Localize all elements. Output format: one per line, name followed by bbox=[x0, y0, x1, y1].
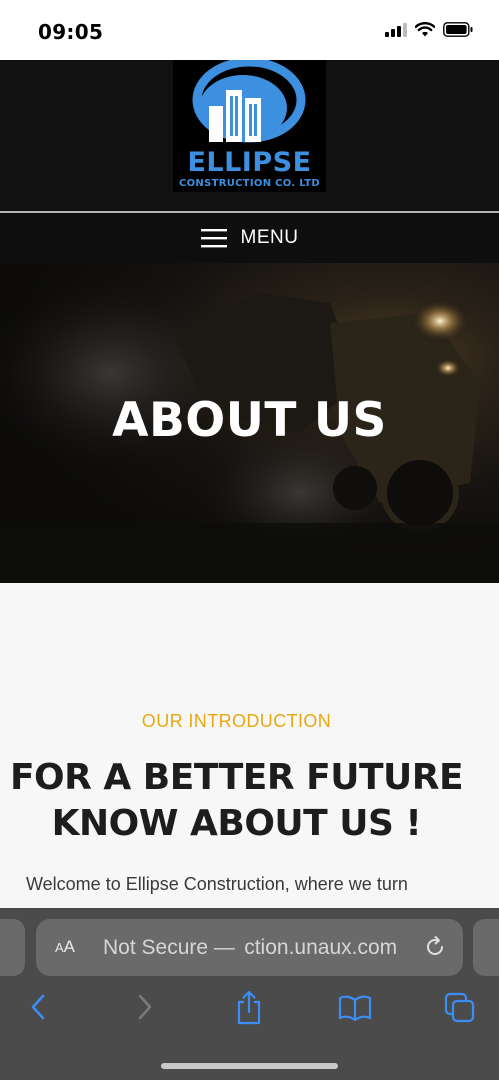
menu-label: MENU bbox=[240, 227, 299, 248]
section-eyebrow: OUR INTRODUCTION bbox=[141, 711, 332, 731]
address-bar[interactable]: AA Not Secure — ction.unaux.com bbox=[36, 919, 463, 976]
next-tab-preview[interactable] bbox=[473, 919, 499, 976]
headline-line-2: KNOW ABOUT US ! bbox=[51, 803, 422, 844]
status-bar: 09:05 bbox=[0, 0, 499, 60]
intro-section: OUR INTRODUCTION FOR A BETTER FUTURE KNO… bbox=[0, 583, 499, 908]
address-text[interactable]: Not Secure — ction.unaux.com bbox=[103, 936, 397, 960]
bookmarks-icon[interactable] bbox=[338, 990, 372, 1024]
back-icon[interactable] bbox=[28, 990, 48, 1024]
tabs-icon[interactable] bbox=[444, 990, 476, 1024]
site-header: ELLIPSE CONSTRUCTION CO. LTD bbox=[0, 60, 499, 212]
section-headline: FOR A BETTER FUTURE KNOW ABOUT US ! bbox=[0, 755, 473, 847]
headline-line-1: FOR A BETTER FUTURE bbox=[9, 757, 464, 798]
text-size-button[interactable]: AA bbox=[55, 937, 75, 957]
status-icons bbox=[385, 22, 473, 37]
reload-icon[interactable] bbox=[423, 935, 447, 959]
home-indicator bbox=[161, 1063, 338, 1069]
company-logo[interactable]: ELLIPSE CONSTRUCTION CO. LTD bbox=[173, 60, 326, 192]
share-icon[interactable] bbox=[235, 990, 263, 1026]
menu-toggle[interactable]: MENU bbox=[0, 213, 499, 263]
hero-banner: ABOUT US bbox=[0, 263, 499, 583]
browser-nav-row bbox=[0, 990, 499, 1034]
previous-tab-preview[interactable] bbox=[0, 919, 25, 976]
status-time: 09:05 bbox=[38, 20, 104, 44]
logo-subtitle: CONSTRUCTION CO. LTD bbox=[178, 178, 321, 189]
wifi-icon bbox=[415, 22, 435, 37]
building-logo-icon bbox=[192, 60, 306, 143]
logo-title: ELLIPSE bbox=[187, 147, 312, 178]
battery-icon bbox=[443, 22, 473, 37]
hero-title: ABOUT US bbox=[112, 393, 387, 448]
browser-toolbar: AA Not Secure — ction.unaux.com bbox=[0, 908, 499, 1080]
forward-icon[interactable] bbox=[135, 990, 155, 1024]
signal-icon bbox=[385, 22, 407, 37]
hamburger-icon bbox=[200, 229, 227, 248]
intro-paragraph: Welcome to Ellipse Construction, where w… bbox=[26, 874, 408, 894]
